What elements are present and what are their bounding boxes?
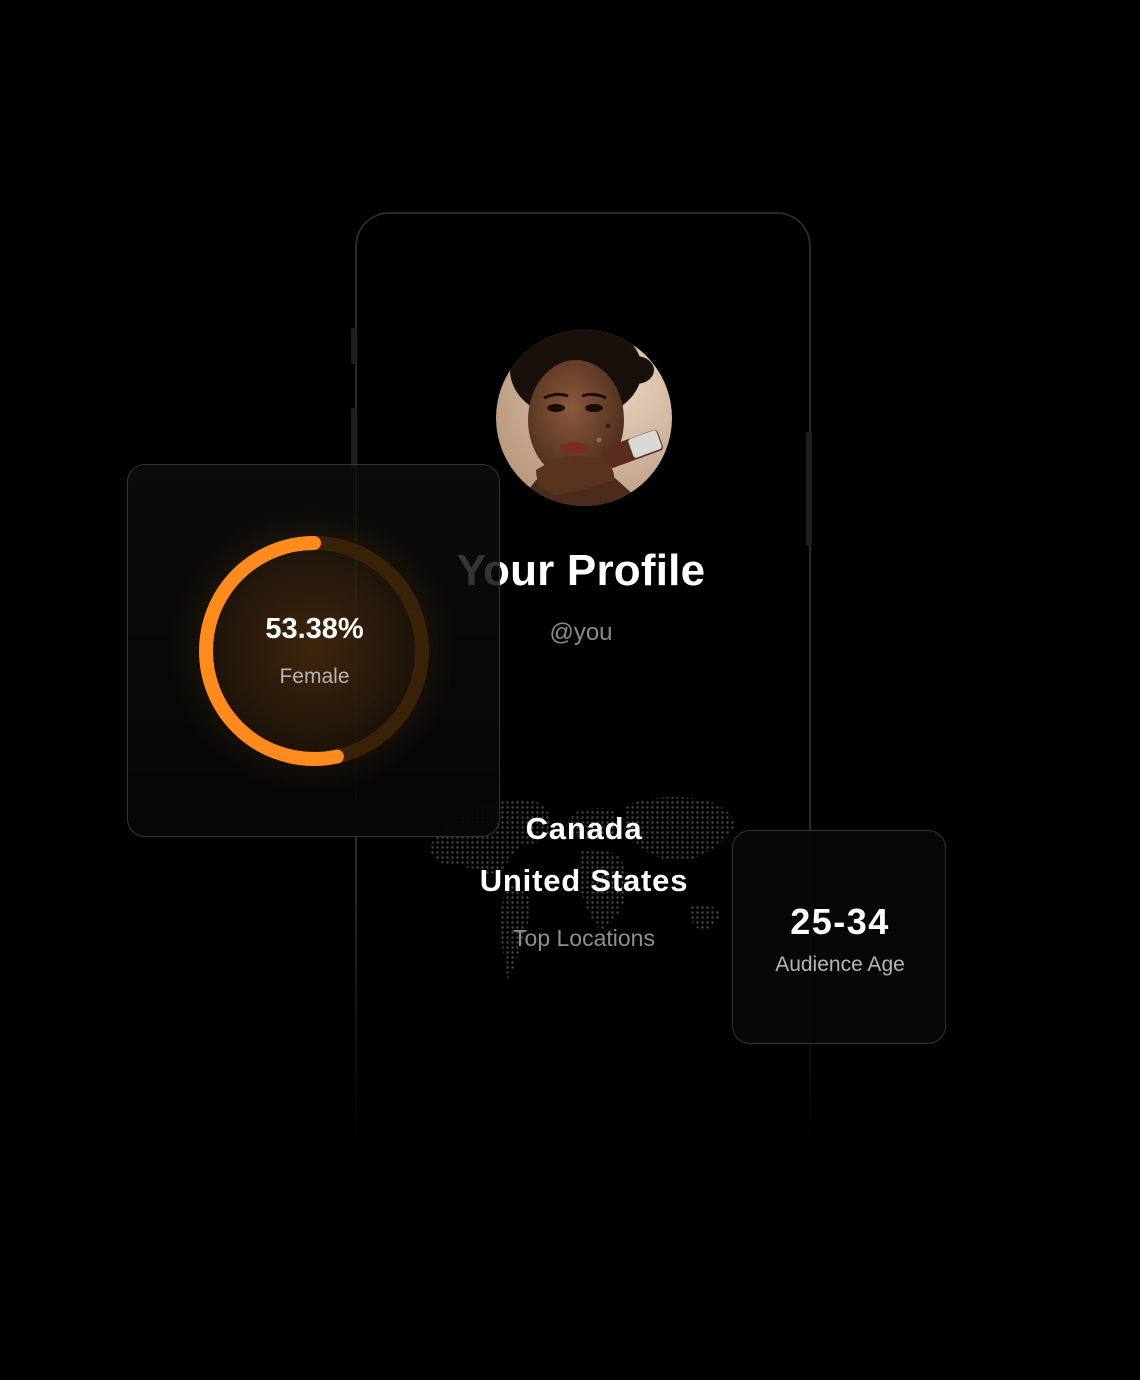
audience-age-label: Audience Age: [775, 953, 905, 976]
phone-side-button: [351, 328, 356, 364]
age-stat-card: 25-34 Audience Age: [732, 830, 946, 1044]
audience-age-value: 25-34: [790, 901, 890, 942]
phone-power-button: [806, 432, 812, 546]
gender-percentage: 53.38%: [265, 613, 364, 645]
profile-photo-icon: [496, 330, 672, 506]
gender-stat-card: 53.38% Female: [127, 464, 500, 837]
gender-donut: [199, 536, 429, 766]
phone-side-button: [351, 408, 356, 468]
gender-label: Female: [279, 665, 350, 688]
avatar[interactable]: [496, 330, 672, 506]
